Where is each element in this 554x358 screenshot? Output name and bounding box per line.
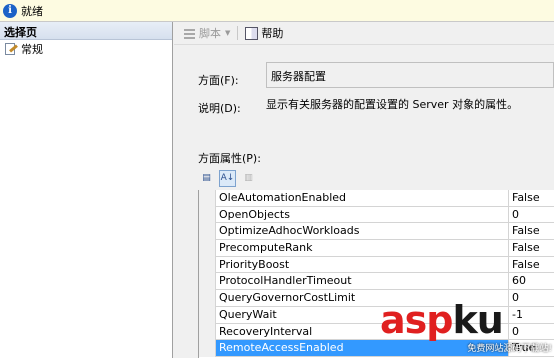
- select-page-header: 选择页: [0, 22, 172, 40]
- info-icon: i: [3, 3, 17, 18]
- property-row[interactable]: PrecomputeRank False: [199, 240, 554, 257]
- property-value[interactable]: 0: [509, 207, 554, 224]
- status-bar: i 就绪: [0, 0, 554, 22]
- description-text: 显示有关服务器的配置设置的 Server 对象的属性。: [266, 98, 519, 111]
- script-button[interactable]: 脚本 ▼: [180, 25, 233, 41]
- property-row[interactable]: OpenObjects 0: [199, 206, 554, 224]
- property-row[interactable]: ProtocolHandlerTimeout 60: [199, 273, 554, 291]
- property-value[interactable]: 60: [509, 273, 554, 291]
- watermark-main-red: asp: [380, 298, 453, 342]
- property-value[interactable]: False: [509, 240, 554, 257]
- watermark-main-dark: ku: [452, 298, 503, 342]
- script-icon: [183, 27, 196, 40]
- page-item-general[interactable]: 常规: [0, 40, 172, 58]
- description-label: 说明(D):: [198, 102, 241, 115]
- property-pages-icon[interactable]: ▥: [240, 170, 257, 187]
- property-value[interactable]: False: [509, 223, 554, 241]
- toolbar: 脚本 ▼ 帮助: [174, 22, 554, 45]
- help-icon: [245, 26, 259, 40]
- property-value[interactable]: False: [509, 257, 554, 274]
- chevron-down-icon[interactable]: ▼: [225, 29, 230, 37]
- page-item-label: 常规: [21, 43, 43, 56]
- script-label: 脚本: [199, 27, 221, 40]
- sort-alphabetical-icon[interactable]: A↓: [219, 169, 236, 187]
- property-name: PrecomputeRank: [216, 240, 509, 257]
- facet-properties-label: 方面属性(P):: [198, 152, 261, 165]
- property-grid-toolbar: ▤ A↓ ▥: [198, 168, 257, 188]
- property-name: OpenObjects: [216, 206, 509, 224]
- property-row[interactable]: OptimizeAdhocWorkloads False: [199, 223, 554, 241]
- properties-page-icon: [4, 43, 18, 55]
- property-value[interactable]: False: [509, 190, 554, 207]
- property-row[interactable]: PriorityBoost False: [199, 256, 554, 274]
- help-button[interactable]: 帮助: [242, 25, 286, 41]
- help-label: 帮助: [261, 27, 284, 40]
- property-name: ProtocolHandlerTimeout: [216, 273, 509, 291]
- watermark-subtitle: 免费网站源码下载站!: [467, 344, 552, 354]
- categorized-icon[interactable]: ▤: [198, 170, 215, 187]
- watermark-logo: aspku 免费网站源码下载站!: [380, 300, 554, 358]
- property-name: OleAutomationEnabled: [216, 190, 509, 207]
- toolbar-separator: [237, 26, 239, 40]
- property-name: PriorityBoost: [216, 256, 509, 274]
- facet-label: 方面(F):: [198, 74, 239, 87]
- property-name: OptimizeAdhocWorkloads: [216, 223, 509, 241]
- status-text: 就绪: [21, 4, 43, 18]
- select-page-panel: 选择页 常规: [0, 22, 173, 358]
- facet-field[interactable]: 服务器配置: [266, 62, 554, 88]
- property-row[interactable]: OleAutomationEnabled False: [199, 190, 554, 207]
